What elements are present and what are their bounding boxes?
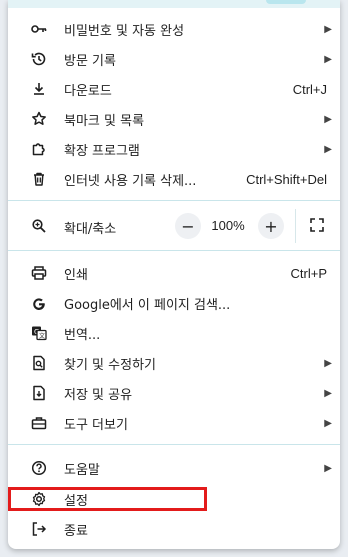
- zoom-icon: [30, 217, 48, 235]
- menu-item-help[interactable]: 도움말 ▶: [8, 453, 340, 483]
- menu-item-label: 인터넷 사용 기록 삭제...: [64, 173, 197, 189]
- menu-item-clear-browsing-data[interactable]: 인터넷 사용 기록 삭제... Ctrl+Shift+Del: [8, 164, 340, 194]
- menu-item-label: 찾기 및 수정하기: [64, 357, 156, 373]
- google-icon: [30, 294, 48, 312]
- settings-highlight-box: [8, 487, 207, 511]
- menu-item-history[interactable]: 방문 기록 ▶: [8, 44, 340, 74]
- chevron-right-icon: ▶: [324, 23, 332, 35]
- trash-icon: [30, 170, 48, 188]
- zoom-label: 확대/축소: [64, 222, 117, 237]
- zoom-level: 100%: [211, 218, 245, 233]
- menu-item-label: 비밀번호 및 자동 완성: [64, 23, 185, 39]
- menu-item-search-google[interactable]: Google에서 이 페이지 검색...: [8, 288, 340, 318]
- menu-item-label: 북마크 및 목록: [64, 113, 145, 129]
- puzzle-icon: [30, 140, 48, 158]
- shortcut-text: Ctrl+P: [290, 265, 327, 281]
- menu-item-downloads[interactable]: 다운로드 Ctrl+J: [8, 74, 340, 104]
- zoom-in-button[interactable]: +: [258, 213, 284, 239]
- history-icon: [30, 50, 48, 68]
- chevron-right-icon: ▶: [324, 113, 332, 125]
- menu-item-label: 번역...: [64, 327, 101, 343]
- key-icon: [30, 20, 48, 38]
- fullscreen-icon: [310, 217, 324, 236]
- menu-divider: [8, 250, 340, 251]
- menu-top-strip: [8, 0, 340, 8]
- chevron-right-icon: ▶: [324, 387, 332, 399]
- menu-item-translate[interactable]: G文 번역...: [8, 318, 340, 348]
- menu-item-more-tools[interactable]: 도구 더보기 ▶: [8, 408, 340, 438]
- exit-icon: [30, 520, 48, 538]
- menu-item-label: 도움말: [64, 462, 100, 478]
- chrome-main-menu: 비밀번호 및 자동 완성 ▶ 방문 기록 ▶ 다운로드 Ctrl+J 북마크 및…: [8, 0, 340, 549]
- menu-item-extensions[interactable]: 확장 프로그램 ▶: [8, 134, 340, 164]
- zoom-separator: [295, 209, 296, 243]
- print-icon: [30, 264, 48, 282]
- fullscreen-button[interactable]: [307, 216, 327, 236]
- save-share-icon: [30, 384, 48, 402]
- chevron-right-icon: ▶: [324, 53, 332, 65]
- top-edge-hint: [266, 0, 306, 4]
- chevron-right-icon: ▶: [324, 417, 332, 429]
- menu-item-find-edit[interactable]: 찾기 및 수정하기 ▶: [8, 348, 340, 378]
- menu-item-label: 도구 더보기: [64, 417, 128, 433]
- menu-item-save-share[interactable]: 저장 및 공유 ▶: [8, 378, 340, 408]
- menu-item-bookmarks[interactable]: 북마크 및 목록 ▶: [8, 104, 340, 134]
- zoom-row: 확대/축소 − 100% +: [8, 209, 340, 243]
- menu-item-passwords[interactable]: 비밀번호 및 자동 완성 ▶: [8, 14, 340, 44]
- download-icon: [30, 80, 48, 98]
- menu-item-label: 방문 기록: [64, 53, 116, 69]
- menu-item-label: 확장 프로그램: [64, 143, 140, 159]
- svg-text:文: 文: [39, 332, 45, 340]
- shortcut-text: Ctrl+J: [292, 81, 327, 97]
- menu-item-label: 다운로드: [64, 83, 112, 99]
- menu-item-exit[interactable]: 종료: [8, 514, 340, 544]
- menu-divider: [8, 444, 340, 445]
- chevron-right-icon: ▶: [324, 462, 332, 474]
- chevron-right-icon: ▶: [324, 357, 332, 369]
- help-icon: [30, 459, 48, 477]
- chevron-right-icon: ▶: [324, 143, 332, 155]
- find-icon: [30, 354, 48, 372]
- translate-icon: G文: [30, 324, 48, 342]
- menu-item-label: 종료: [64, 523, 88, 539]
- menu-item-label: 저장 및 공유: [64, 387, 133, 403]
- menu-item-label: 인쇄: [64, 267, 88, 283]
- menu-item-print[interactable]: 인쇄 Ctrl+P: [8, 258, 340, 288]
- zoom-out-button[interactable]: −: [175, 213, 201, 239]
- menu-item-label: Google에서 이 페이지 검색...: [64, 297, 231, 313]
- shortcut-text: Ctrl+Shift+Del: [246, 171, 327, 187]
- menu-divider: [8, 200, 340, 201]
- star-icon: [30, 110, 48, 128]
- toolbox-icon: [30, 414, 48, 432]
